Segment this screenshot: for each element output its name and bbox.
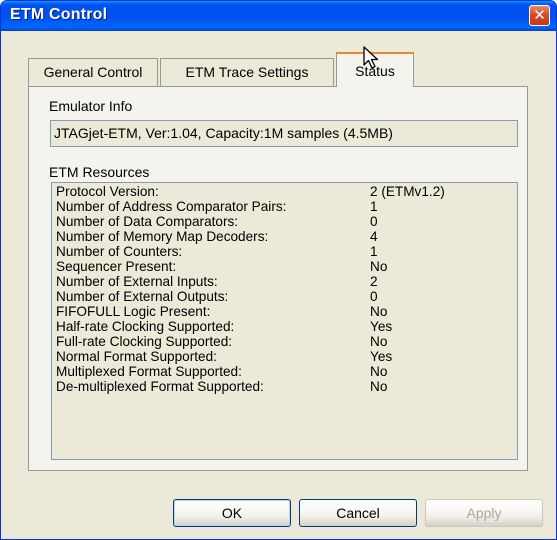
resource-name: Sequencer Present: <box>56 259 177 274</box>
resource-row: FIFOFULL Logic Present: No <box>52 304 517 319</box>
resource-name: FIFOFULL Logic Present: <box>56 304 211 319</box>
resource-row: Number of External Inputs: 2 <box>52 274 517 289</box>
etm-control-dialog: ETM Control ✕ General Control ETM Trace … <box>0 0 557 540</box>
cancel-button[interactable]: Cancel <box>299 499 417 527</box>
resource-row: Full-rate Clocking Supported: No <box>52 334 517 349</box>
resource-name: Full-rate Clocking Supported: <box>56 334 233 349</box>
window-title: ETM Control <box>10 6 108 23</box>
emulator-info-field: JTAGjet-ETM, Ver:1.04, Capacity:1M sampl… <box>50 120 518 147</box>
resource-name: Number of Counters: <box>56 244 183 259</box>
resource-value: No <box>370 259 388 274</box>
resource-value: 0 <box>370 289 378 304</box>
tab-label: General Control <box>43 64 143 80</box>
resource-value: 2 <box>370 274 378 289</box>
resource-name: Number of Data Comparators: <box>56 214 239 229</box>
resource-name: Protocol Version: <box>56 184 159 199</box>
resource-name: Number of Address Comparator Pairs: <box>56 199 287 214</box>
resource-row: Multiplexed Format Supported: No <box>52 364 517 379</box>
title-bar[interactable]: ETM Control ✕ <box>1 1 556 31</box>
resource-row: Number of Memory Map Decoders: 4 <box>52 229 517 244</box>
resource-value: No <box>370 334 388 349</box>
resource-name: Number of External Inputs: <box>56 274 218 289</box>
apply-button[interactable]: Apply <box>425 499 543 527</box>
resource-row: Number of Data Comparators: 0 <box>52 214 517 229</box>
etm-resources-list[interactable]: Protocol Version: 2 (ETMv1.2) Number of A… <box>51 182 518 460</box>
resource-row: Half-rate Clocking Supported: Yes <box>52 319 517 334</box>
resource-name: Normal Format Supported: <box>56 349 217 364</box>
close-button[interactable]: ✕ <box>529 5 550 26</box>
resource-name: Half-rate Clocking Supported: <box>56 319 235 334</box>
status-tab-panel: Emulator Info JTAGjet-ETM, Ver:1.04, Cap… <box>28 86 528 471</box>
tab-etm-trace-settings[interactable]: ETM Trace Settings <box>160 58 334 86</box>
resource-value: 1 <box>370 244 378 259</box>
resource-row: Number of External Outputs: 0 <box>52 289 517 304</box>
resource-name: Number of Memory Map Decoders: <box>56 229 269 244</box>
ok-button[interactable]: OK <box>173 499 291 527</box>
resource-value: No <box>370 364 388 379</box>
resource-name: Multiplexed Format Supported: <box>56 364 242 379</box>
etm-resources-label: ETM Resources <box>49 164 150 180</box>
resource-value: 4 <box>370 229 378 244</box>
resource-row: Protocol Version: 2 (ETMv1.2) <box>52 184 517 199</box>
resource-value: 0 <box>370 214 378 229</box>
resource-value: Yes <box>370 349 393 364</box>
resource-value: 1 <box>370 199 378 214</box>
resource-value: No <box>370 304 388 319</box>
emulator-info-label: Emulator Info <box>49 98 133 114</box>
resource-row: Sequencer Present: No <box>52 259 517 274</box>
resource-row: Number of Address Comparator Pairs: 1 <box>52 199 517 214</box>
resource-row: Number of Counters: 1 <box>52 244 517 259</box>
resource-name: Number of External Outputs: <box>56 289 229 304</box>
mouse-pointer-icon <box>363 46 379 69</box>
resource-name: De-multiplexed Format Supported: <box>56 379 264 394</box>
resource-value: 2 (ETMv1.2) <box>370 184 445 199</box>
tab-general-control[interactable]: General Control <box>28 58 158 86</box>
resource-value: No <box>370 379 388 394</box>
resource-row: Normal Format Supported: Yes <box>52 349 517 364</box>
resource-row: De-multiplexed Format Supported: No <box>52 379 517 394</box>
resource-value: Yes <box>370 319 393 334</box>
close-icon: ✕ <box>533 6 546 24</box>
tab-label: ETM Trace Settings <box>185 64 309 80</box>
